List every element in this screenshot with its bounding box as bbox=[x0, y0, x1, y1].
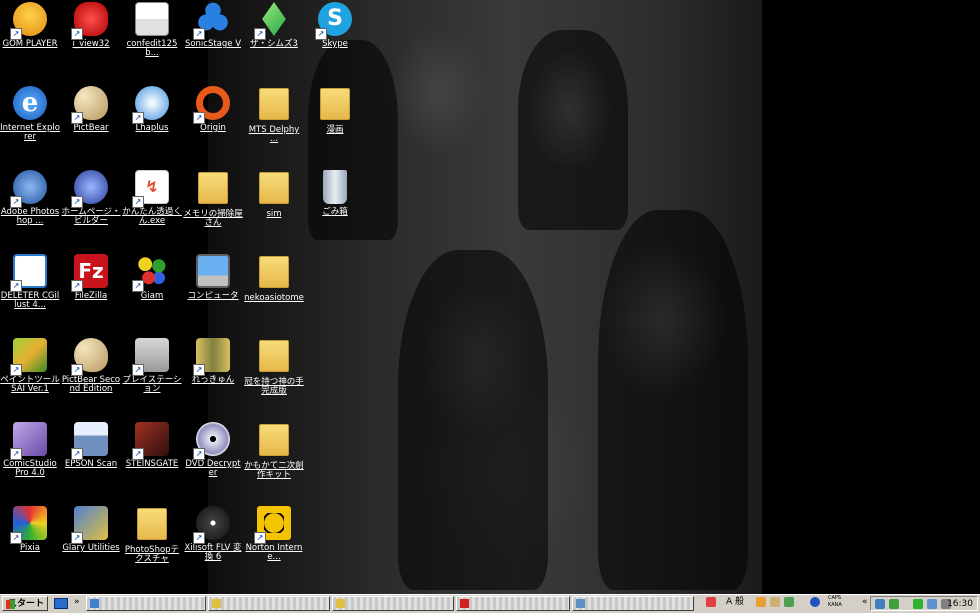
ime-mode[interactable]: A 般 bbox=[726, 595, 744, 610]
confedit-shortcut[interactable]: confedit125b... bbox=[122, 0, 182, 58]
security-icon[interactable] bbox=[889, 599, 899, 609]
comicstudio-shortcut[interactable]: ↗ ComicStudio Pro 4.0 bbox=[0, 420, 60, 478]
folder-icon bbox=[259, 256, 289, 288]
manga-folder[interactable]: 漫画 bbox=[305, 84, 365, 135]
folder-icon bbox=[259, 88, 289, 120]
confedit-icon bbox=[135, 2, 169, 36]
folder-icon bbox=[198, 172, 228, 204]
desktop[interactable]: ↗ GOM PLAYER e Internet Explorer ↗ Adobe… bbox=[0, 0, 980, 594]
update-icon[interactable] bbox=[913, 599, 923, 609]
folder-icon bbox=[320, 88, 350, 120]
memory-cleaner-folder[interactable]: メモリの掃除屋さん bbox=[183, 168, 243, 228]
kana-indicator: KANA bbox=[828, 602, 842, 608]
monitor-icon[interactable] bbox=[927, 599, 937, 609]
taskbar-window-button[interactable] bbox=[456, 596, 570, 611]
dvd-decrypter-shortcut[interactable]: ↗ DVD Decrypter bbox=[183, 420, 243, 478]
show-desktop-icon[interactable] bbox=[54, 598, 68, 609]
internet-explorer-icon: e bbox=[13, 86, 47, 120]
deleter-cgillust-shortcut[interactable]: ↗ DELETER CGillust 4... bbox=[0, 252, 60, 310]
quicklaunch-chevron[interactable]: » bbox=[74, 595, 80, 610]
photoshop-texture-folder[interactable]: PhotoShopテクスチャ bbox=[122, 504, 182, 564]
nekoasiotome-folder[interactable]: nekoasiotome bbox=[244, 252, 304, 303]
window-icon bbox=[336, 599, 345, 608]
glary-utilities-shortcut[interactable]: ↗ Glary Utilities bbox=[61, 504, 121, 553]
start-button[interactable]: スタート bbox=[2, 596, 48, 611]
origin-shortcut[interactable]: ↗ Origin bbox=[183, 84, 243, 133]
ime-check-icon[interactable] bbox=[784, 597, 794, 607]
window-icon bbox=[90, 599, 99, 608]
adobe-photoshop-shortcut[interactable]: ↗ Adobe Photoshop ... bbox=[0, 168, 60, 226]
ime-pad-icon[interactable] bbox=[770, 597, 780, 607]
the-sims-3-shortcut[interactable]: ↗ ザ・シムズ3 bbox=[244, 0, 304, 49]
help-icon[interactable] bbox=[810, 597, 820, 607]
epson-scan-shortcut[interactable]: ↗ EPSON Scan bbox=[61, 420, 121, 469]
sim-folder[interactable]: sim bbox=[244, 168, 304, 219]
computer-icon-item[interactable]: コンピュータ bbox=[183, 252, 243, 301]
recycle-bin-icon bbox=[323, 170, 347, 204]
playstation-shortcut[interactable]: ↗ プレイステーション bbox=[122, 336, 182, 394]
steinsgate-shortcut[interactable]: ↗ STEINSGATE bbox=[122, 420, 182, 469]
folder-icon bbox=[259, 424, 289, 456]
folder-icon bbox=[137, 508, 167, 540]
sonicstage-shortcut[interactable]: ↗ SonicStage V bbox=[183, 0, 243, 49]
mts-delphy-folder[interactable]: MTS Delphy ... bbox=[244, 84, 304, 144]
clock[interactable]: 16:30 bbox=[947, 597, 973, 612]
taskbar: スタート » A 般 CAPS KANA « 16:30 bbox=[0, 594, 980, 613]
rekkyun-shortcut[interactable]: ↗ れっきゅん bbox=[183, 336, 243, 385]
computer-icon bbox=[196, 254, 230, 288]
window-icon bbox=[460, 599, 469, 608]
skype-shortcut[interactable]: S ↗ Skype bbox=[305, 0, 365, 49]
kamokate-kit-folder[interactable]: かもかて二次創作キット bbox=[244, 420, 304, 480]
pixia-shortcut[interactable]: ↗ Pixia bbox=[0, 504, 60, 553]
windows-flag-icon bbox=[6, 600, 15, 609]
xilisoft-flv-shortcut[interactable]: ↗ Xilisoft FLV 変換 6 bbox=[183, 504, 243, 562]
pictbear-shortcut[interactable]: ↗ PictBear bbox=[61, 84, 121, 133]
taskbar-window-button[interactable] bbox=[86, 596, 206, 611]
window-icon bbox=[212, 599, 221, 608]
tray-chevron[interactable]: « bbox=[862, 595, 868, 610]
iview32-shortcut[interactable]: ↗ i_view32 bbox=[61, 0, 121, 49]
homepage-builder-shortcut[interactable]: ↗ ホームページ・ビルダー bbox=[61, 168, 121, 226]
giam-shortcut[interactable]: ↗ Giam bbox=[122, 252, 182, 301]
taskbar-window-button[interactable] bbox=[332, 596, 454, 611]
caps-indicator: CAPS bbox=[828, 595, 842, 601]
norton-internet-shortcut[interactable]: ↗ Norton Interne... bbox=[244, 504, 304, 562]
paint-tool-sai-shortcut[interactable]: ↗ ペイントツールSAI Ver.1 bbox=[0, 336, 60, 394]
system-tray: 16:30 bbox=[870, 596, 978, 611]
ime-tool-icon[interactable] bbox=[756, 597, 766, 607]
filezilla-shortcut[interactable]: Fz ↗ FileZilla bbox=[61, 252, 121, 301]
lhaplus-shortcut[interactable]: ↗ Lhaplus bbox=[122, 84, 182, 133]
recycle-bin[interactable]: ごみ箱 bbox=[305, 168, 365, 217]
ime-icon[interactable] bbox=[706, 597, 716, 607]
window-icon bbox=[576, 599, 585, 608]
gom-player-shortcut[interactable]: ↗ GOM PLAYER bbox=[0, 0, 60, 49]
internet-explorer-shortcut[interactable]: e Internet Explorer bbox=[0, 84, 60, 142]
network-icon[interactable] bbox=[875, 599, 885, 609]
pictbear-second-edition-shortcut[interactable]: ↗ PictBear Second Edition bbox=[61, 336, 121, 394]
folder-icon bbox=[259, 172, 289, 204]
kantan-toka-kun-shortcut[interactable]: ↯ ↗ かんたん透過くん.exe bbox=[122, 168, 182, 226]
crown-god-hand-folder[interactable]: 冠を持つ神の手 完成版 bbox=[244, 336, 304, 396]
taskbar-window-button[interactable] bbox=[208, 596, 330, 611]
taskbar-window-button[interactable] bbox=[572, 596, 694, 611]
folder-icon bbox=[259, 340, 289, 372]
